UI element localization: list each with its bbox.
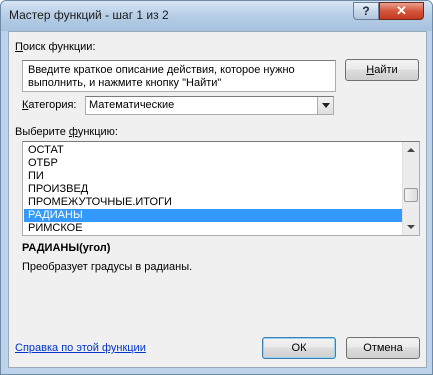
title-bar[interactable]: Мастер функций - шаг 1 из 2 ? ✕ (1, 1, 432, 31)
find-button[interactable]: Найти (345, 59, 419, 81)
vertical-scrollbar[interactable] (402, 142, 419, 235)
category-selected-value: Математические (89, 99, 175, 111)
scroll-down-arrow-icon[interactable] (403, 219, 419, 235)
function-help-link[interactable]: Справка по этой функции (15, 342, 146, 354)
close-button[interactable]: ✕ (379, 2, 424, 20)
help-button[interactable]: ? (353, 2, 379, 20)
category-select[interactable]: Математические (85, 96, 334, 115)
function-list-item[interactable]: ПИ (24, 170, 404, 183)
function-signature: РАДИАНЫ(угол) (22, 242, 111, 254)
function-list-item[interactable]: РАДИАНЫ (24, 209, 404, 222)
function-list-item[interactable]: ПРОМЕЖУТОЧНЫЕ.ИТОГИ (24, 196, 404, 209)
ok-button[interactable]: ОК (262, 337, 336, 359)
function-list[interactable]: ОСТАТ ОТБР ПИ ПРОИЗВЕД ПРОМЕЖУТОЧНЫЕ.ИТОГИ РА… (22, 141, 420, 236)
cancel-button[interactable]: Отмена (346, 337, 420, 359)
scroll-up-arrow-icon[interactable] (403, 142, 419, 158)
category-label: Категория: (22, 99, 77, 111)
function-list-items: ОСТАТ ОТБР ПИ ПРОИЗВЕД ПРОМЕЖУТОЧНЫЕ.ИТОГИ РА… (24, 144, 404, 235)
dialog-body: Поиск функции: Введите краткое описание … (8, 31, 427, 368)
search-input[interactable]: Введите краткое описание действия, котор… (22, 60, 336, 92)
function-description: Преобразует градусы в радианы. (22, 261, 193, 273)
function-list-label: Выберите функцию: (15, 126, 118, 138)
window-title: Мастер функций - шаг 1 из 2 (9, 8, 169, 22)
function-wizard-window: Мастер функций - шаг 1 из 2 ? ✕ Поиск фу… (0, 0, 433, 375)
scrollbar-thumb[interactable] (404, 188, 418, 202)
chevron-down-icon[interactable] (317, 97, 333, 114)
function-list-item[interactable]: ОТБР (24, 157, 404, 170)
function-list-item[interactable]: РИМСКОЕ (24, 222, 404, 235)
function-list-item[interactable]: ПРОИЗВЕД (24, 183, 404, 196)
search-label: Поиск функции: (15, 41, 96, 53)
function-list-item[interactable]: ОСТАТ (24, 144, 404, 157)
